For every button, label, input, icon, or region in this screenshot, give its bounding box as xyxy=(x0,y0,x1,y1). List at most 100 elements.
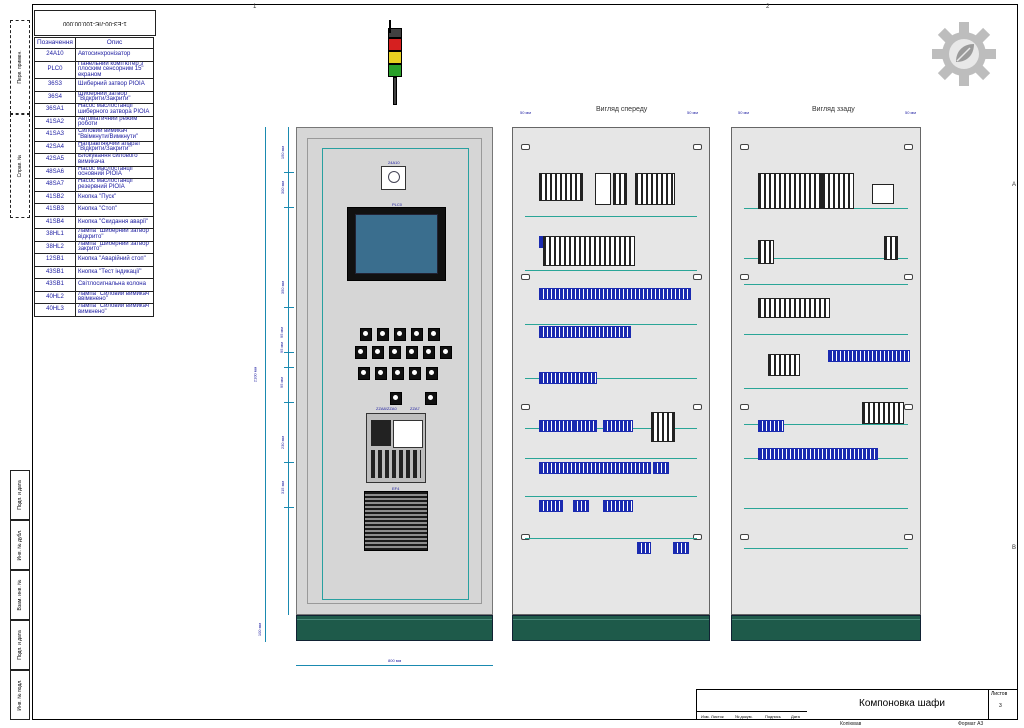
side-strip-vzam: Взам. инв. № xyxy=(10,570,30,620)
legend-desc: Кнопка "Скидання аварії" xyxy=(74,215,155,229)
copied-label: Копіював xyxy=(840,721,862,727)
legend-code: 40HL2 xyxy=(34,290,76,304)
segment-dim-line xyxy=(288,127,289,615)
front-view-title: Вигляд спереду xyxy=(596,106,648,113)
door-pushbutton-icon xyxy=(428,328,440,341)
terminal-block-row xyxy=(539,288,691,300)
legend-header-desc: Опис xyxy=(74,37,155,49)
mounting-hole-icon xyxy=(904,144,913,150)
door-pushbutton-icon xyxy=(392,367,404,380)
signal-tower-red xyxy=(388,38,402,51)
legend-desc: Панельний комп'ютер з плоским сенсорним … xyxy=(74,60,155,79)
mounting-panel-rear xyxy=(731,127,921,615)
legend-row: 24A10 Автосинхронізатор xyxy=(34,48,155,62)
din-module xyxy=(613,173,627,205)
segment-dim-tick xyxy=(284,352,294,353)
din-rail xyxy=(744,388,908,389)
din-rail xyxy=(744,548,908,549)
segment-dim: 315 мм xyxy=(280,480,286,495)
mounting-hole-icon xyxy=(740,534,749,540)
legend-row: 48SA6 Насос маслостанції основний РІОІА xyxy=(34,165,155,179)
switch-label: 24A10 xyxy=(388,160,400,165)
side-strip-perv: Перв. примен. xyxy=(10,20,30,114)
overall-height-line xyxy=(265,127,266,642)
controller-display xyxy=(371,420,391,446)
legend-row: 41SB4 Кнопка "Скидання аварії" xyxy=(34,215,155,229)
legend-row: 36S4 Шиберний затвор "Відкрити/Закрити" xyxy=(34,90,155,104)
mounting-panel-front xyxy=(512,127,710,615)
legend-row: 43SB1 Кнопка "Тест індикації" xyxy=(34,265,155,279)
zone-mark-top: 2 xyxy=(766,4,770,10)
mounting-hole-icon xyxy=(740,274,749,280)
auto-sync-switch xyxy=(381,166,406,190)
segment-dim: 95 мм xyxy=(279,341,285,354)
legend-row: 36SA1 Насос маслостанції шиберного затвор… xyxy=(34,103,155,117)
rear-view-plinth xyxy=(731,615,921,641)
zone-mark-side: A xyxy=(1012,182,1017,188)
switch-knob-icon xyxy=(388,171,400,183)
legend-code: 41SB4 xyxy=(34,215,76,229)
mounting-hole-icon xyxy=(521,144,530,150)
signal-tower-yellow xyxy=(388,51,402,64)
side-strip-inv-dubl: Инв. № дубл. xyxy=(10,520,30,570)
legend-desc: Лампа "Шиберний затвор відкрито" xyxy=(74,228,155,242)
legend-code: 36SA1 xyxy=(34,103,76,117)
door-pushbutton-icon xyxy=(423,346,435,359)
mount-dim-right: 50 мм xyxy=(687,110,699,115)
legend-row: 41SB3 Кнопка "Стоп" xyxy=(34,203,155,217)
mounting-hole-icon xyxy=(740,144,749,150)
din-rail xyxy=(525,538,697,539)
legend-desc: Насос маслостанції шиберного затвора РІО… xyxy=(74,103,155,117)
tb-cell: Подпись xyxy=(765,714,781,719)
door-pushbutton-icon xyxy=(425,392,437,405)
mounting-hole-icon xyxy=(521,534,530,540)
panel-pc-screen xyxy=(347,207,446,281)
legend-row: PLC0 Панельний комп'ютер з плоским сенсор… xyxy=(34,60,155,79)
door-pushbutton-icon xyxy=(409,367,421,380)
segment-dim: 95 мм xyxy=(279,326,285,339)
side-strip-inv-podl: Инв. № подл. xyxy=(10,670,30,720)
legend-code: 41SB2 xyxy=(34,190,76,204)
din-rail xyxy=(525,496,697,497)
segment-dim-tick xyxy=(284,307,294,308)
side-strip-sprav: Справ. № xyxy=(10,114,30,218)
mount-dim-left-rear: 50 мм xyxy=(738,110,750,115)
din-module xyxy=(822,173,854,209)
din-module xyxy=(758,298,830,318)
din-module xyxy=(872,184,894,204)
terminal-block-row xyxy=(603,420,633,432)
din-module xyxy=(543,236,635,266)
segment-dim: 150 мм xyxy=(280,145,286,160)
mounting-hole-icon xyxy=(693,534,702,540)
legend-header-code: Позначення xyxy=(34,37,76,49)
legend-code: 38HL2 xyxy=(34,240,76,254)
din-module xyxy=(862,402,904,424)
title-block: Компоновка шафи Изм. Листок № докум. Под… xyxy=(696,689,1018,720)
legend-desc: Шиберний затвор "Відкрити/Закрити" xyxy=(74,90,155,104)
terminal-block-row xyxy=(539,372,597,384)
terminal-block-row xyxy=(828,350,910,362)
legend-desc: Лампа "Силовий вимикач вимкнено" xyxy=(74,303,155,317)
legend-desc: Автоматичний режим роботи xyxy=(74,115,155,129)
legend-row: 43SB1 Світлосигнальна колона xyxy=(34,278,155,292)
side-strip-label: Подп. и дата xyxy=(17,480,23,510)
segment-dim-tick xyxy=(284,507,294,508)
door-pushbutton-icon xyxy=(440,346,452,359)
zone-mark-side: B xyxy=(1012,545,1017,551)
side-strip-label: Перв. примен. xyxy=(17,50,23,84)
din-rail xyxy=(525,270,697,271)
title-block-cells: Изм. Листок № докум. Подпись Дата xyxy=(697,711,807,722)
sheet-number: 3 xyxy=(999,703,1002,709)
legend-desc: Світлосигнальна колона xyxy=(74,278,155,292)
mounting-hole-icon xyxy=(904,274,913,280)
door-pushbutton-icon xyxy=(390,392,402,405)
signal-tower-green xyxy=(388,64,402,77)
legend-desc: Лампа "Силовий вимикач ввімкнено" xyxy=(74,290,155,304)
din-rail xyxy=(525,216,697,217)
legend-code: 12SB1 xyxy=(34,253,76,267)
side-strip-label: Инв. № подл. xyxy=(17,679,23,711)
door-pushbutton-icon xyxy=(377,328,389,341)
legend-code: 48SA6 xyxy=(34,165,76,179)
format-label: Формат А3 xyxy=(958,721,984,727)
din-rail xyxy=(744,508,908,509)
